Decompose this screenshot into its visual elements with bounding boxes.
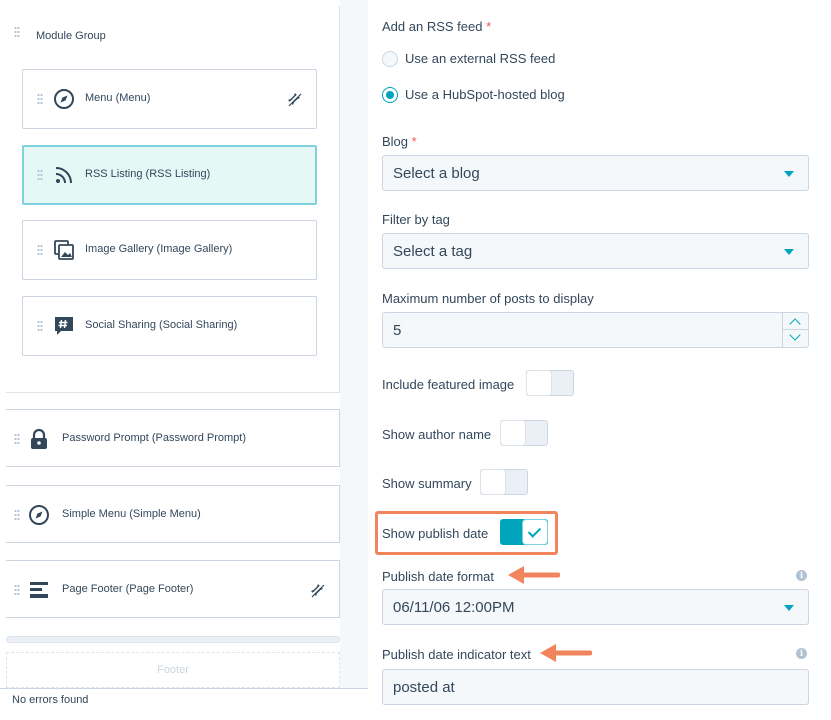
annotation-arrow-icon <box>540 644 592 662</box>
toggle-knob <box>481 470 505 494</box>
drag-handle-icon[interactable] <box>37 169 43 181</box>
toggle-knob <box>501 421 525 445</box>
required-marker: * <box>486 19 492 34</box>
module-label: Menu (Menu) <box>85 92 151 104</box>
blog-select[interactable]: Select a blog <box>382 155 809 191</box>
author-name-label: Show author name <box>382 427 492 442</box>
drag-handle-icon[interactable] <box>14 433 20 445</box>
module-label: Social Sharing (Social Sharing) <box>85 319 238 331</box>
panel-gutter <box>340 0 368 720</box>
toggle-knob-check-icon <box>523 520 547 544</box>
summary-label: Show summary <box>382 476 472 491</box>
annotation-arrow-icon <box>508 566 560 584</box>
module-label: RSS Listing (RSS Listing) <box>85 168 211 180</box>
image-gallery-icon <box>54 240 74 260</box>
pin-off-icon[interactable] <box>309 582 325 598</box>
blog-label: Blog * <box>382 134 417 149</box>
drag-handle-icon[interactable] <box>37 320 43 332</box>
module-item-simple-menu[interactable]: Simple Menu (Simple Menu) <box>6 485 340 543</box>
radio-hubspot-blog[interactable] <box>382 87 398 103</box>
module-settings-panel: Add an RSS feed * Use an external RSS fe… <box>368 0 831 720</box>
module-item-menu[interactable]: Menu (Menu) <box>22 69 317 129</box>
radio-hubspot-blog-label[interactable]: Use a HubSpot-hosted blog <box>405 87 565 102</box>
compass-icon <box>29 505 49 525</box>
module-item-social-sharing[interactable]: Social Sharing (Social Sharing) <box>22 296 317 356</box>
chevron-down-icon[interactable] <box>789 329 801 341</box>
toggle-knob <box>527 371 551 395</box>
publish-date-format-label: Publish date format <box>382 569 495 584</box>
module-item-password-prompt[interactable]: Password Prompt (Password Prompt) <box>6 409 340 467</box>
module-label: Password Prompt (Password Prompt) <box>62 432 246 444</box>
drag-handle-icon[interactable] <box>14 509 20 521</box>
drag-handle-icon[interactable] <box>14 584 20 596</box>
summary-toggle[interactable] <box>480 469 528 495</box>
radio-external-rss[interactable] <box>382 51 398 67</box>
drag-handle-icon[interactable] <box>14 26 20 38</box>
module-item-image-gallery[interactable]: Image Gallery (Image Gallery) <box>22 220 317 280</box>
filter-by-tag-label: Filter by tag <box>382 212 450 227</box>
module-group: Module Group Menu (Menu) RSS Listing (RS… <box>6 6 340 393</box>
rss-icon <box>55 167 72 184</box>
lock-icon <box>31 428 47 449</box>
pin-off-icon[interactable] <box>286 91 302 107</box>
chevron-down-icon <box>784 249 794 255</box>
module-label: Simple Menu (Simple Menu) <box>62 508 201 520</box>
rss-feed-label: Add an RSS feed * <box>382 19 492 34</box>
drag-handle-icon[interactable] <box>37 93 43 105</box>
module-tree-panel: Module Group Menu (Menu) RSS Listing (RS… <box>0 0 368 720</box>
required-marker: * <box>411 134 417 149</box>
chevron-down-icon <box>784 605 794 611</box>
module-group-title: Module Group <box>36 30 106 42</box>
publish-date-format-select[interactable]: 06/11/06 12:00PM <box>382 589 809 625</box>
module-item-page-footer[interactable]: Page Footer (Page Footer) <box>6 560 340 618</box>
radio-external-rss-label[interactable]: Use an external RSS feed <box>405 51 555 66</box>
info-icon[interactable]: i <box>796 648 807 659</box>
hashtag-icon <box>55 317 73 335</box>
footer-drop-zone[interactable]: Footer <box>6 652 340 688</box>
info-icon[interactable]: i <box>796 570 807 581</box>
status-bar: No errors found <box>0 688 368 720</box>
featured-image-label: Include featured image <box>382 377 515 392</box>
number-stepper[interactable] <box>782 313 809 347</box>
drag-handle-icon[interactable] <box>37 244 43 256</box>
max-posts-label: Maximum number of posts to display <box>382 291 594 306</box>
publish-date-toggle[interactable] <box>500 519 548 545</box>
publish-date-indicator-input[interactable]: posted at <box>382 669 809 705</box>
featured-image-toggle[interactable] <box>526 370 574 396</box>
footer-icon <box>30 582 48 598</box>
chevron-up-icon[interactable] <box>789 318 801 330</box>
tag-select[interactable]: Select a tag <box>382 233 809 269</box>
publish-date-indicator-label: Publish date indicator text <box>382 647 531 662</box>
module-label: Page Footer (Page Footer) <box>62 583 194 595</box>
compass-icon <box>54 89 74 109</box>
horizontal-scrollbar[interactable] <box>6 636 340 643</box>
module-label: Image Gallery (Image Gallery) <box>85 243 233 255</box>
chevron-down-icon <box>784 171 794 177</box>
max-posts-input[interactable]: 5 <box>382 312 809 348</box>
author-name-toggle[interactable] <box>500 420 548 446</box>
module-item-rss-listing[interactable]: RSS Listing (RSS Listing) <box>22 145 317 205</box>
publish-date-label: Show publish date <box>382 526 489 541</box>
